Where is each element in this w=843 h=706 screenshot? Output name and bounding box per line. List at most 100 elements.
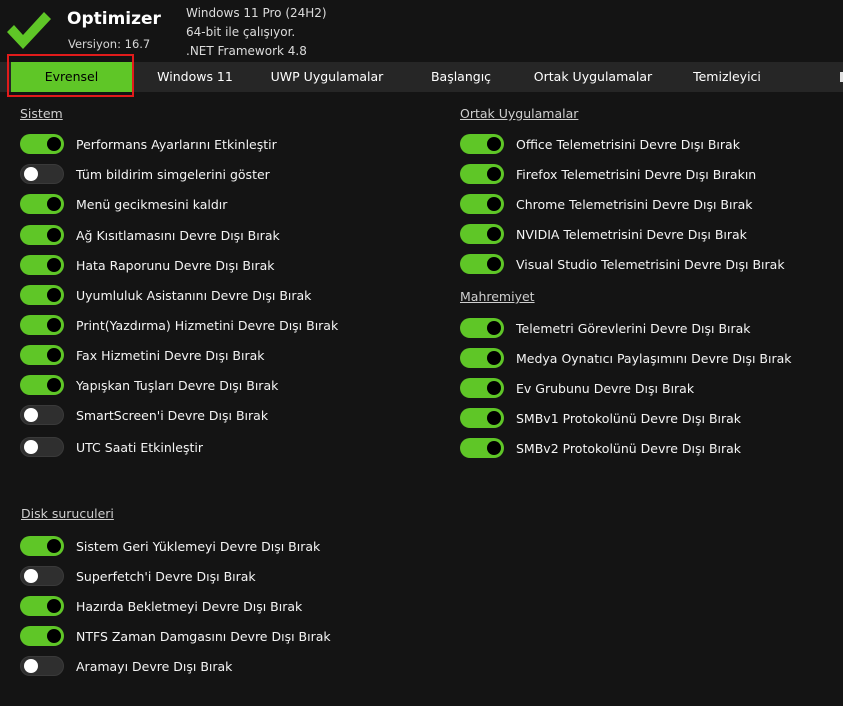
tab-baslangic[interactable]: Başlangıç [406, 62, 516, 92]
toggle-knob [487, 197, 501, 211]
system-info: Windows 11 Pro (24H2) 64-bit ile çalışıy… [186, 4, 327, 61]
toggle-switch[interactable] [20, 626, 64, 646]
toggle-knob [47, 288, 61, 302]
option-label: Performans Ayarlarını Etkinleştir [76, 136, 277, 152]
option-row[interactable]: Chrome Telemetrisini Devre Dışı Bırak [460, 193, 753, 215]
option-label: SMBv2 Protokolünü Devre Dışı Bırak [516, 440, 742, 456]
toggle-knob [487, 381, 501, 395]
option-row[interactable]: Uyumluluk Asistanını Devre Dışı Bırak [20, 284, 311, 306]
option-label: Menü gecikmesini kaldır [76, 196, 228, 212]
option-row[interactable]: Hata Raporunu Devre Dışı Bırak [20, 254, 275, 276]
option-row[interactable]: Tüm bildirim simgelerini göster [20, 163, 270, 185]
option-label: Aramayı Devre Dışı Bırak [76, 658, 233, 674]
option-label: Tüm bildirim simgelerini göster [76, 166, 270, 182]
toggle-knob [24, 659, 38, 673]
toggle-switch[interactable] [20, 656, 64, 676]
option-row[interactable]: Yapışkan Tuşları Devre Dışı Bırak [20, 374, 278, 396]
option-label: Telemetri Görevlerini Devre Dışı Bırak [516, 320, 751, 336]
toggle-switch[interactable] [460, 408, 504, 428]
option-row[interactable]: Office Telemetrisini Devre Dışı Bırak [460, 133, 740, 155]
toggle-switch[interactable] [20, 596, 64, 616]
option-label: SMBv1 Protokolünü Devre Dışı Bırak [516, 410, 742, 426]
toggle-switch[interactable] [20, 536, 64, 556]
option-row[interactable]: UTC Saati Etkinleştir [20, 436, 203, 458]
option-label: Medya Oynatıcı Paylaşımını Devre Dışı Bı… [516, 350, 792, 366]
option-label: Visual Studio Telemetrisini Devre Dışı B… [516, 256, 785, 272]
toggle-knob [47, 258, 61, 272]
app-header: Optimizer Versiyon: 16.7 Windows 11 Pro … [0, 0, 843, 62]
option-row[interactable]: Superfetch'i Devre Dışı Bırak [20, 565, 256, 587]
toggle-switch[interactable] [20, 134, 64, 154]
toggle-knob [47, 228, 61, 242]
option-label: Yapışkan Tuşları Devre Dışı Bırak [76, 377, 279, 393]
option-row[interactable]: NVIDIA Telemetrisini Devre Dışı Bırak [460, 223, 747, 245]
toggle-switch[interactable] [460, 224, 504, 244]
toggle-knob [47, 629, 61, 643]
toggle-switch[interactable] [460, 378, 504, 398]
app-version: Versiyon: 16.7 [68, 37, 151, 51]
toggle-switch[interactable] [20, 285, 64, 305]
option-row[interactable]: Aramayı Devre Dışı Bırak [20, 655, 232, 677]
toggle-switch[interactable] [460, 318, 504, 338]
toggle-knob [487, 227, 501, 241]
option-row[interactable]: SMBv1 Protokolünü Devre Dışı Bırak [460, 407, 741, 429]
tab-ortak-uygulamalar[interactable]: Ortak Uygulamalar [518, 62, 668, 92]
option-row[interactable]: Ağ Kısıtlamasını Devre Dışı Bırak [20, 224, 280, 246]
toggle-switch[interactable] [20, 437, 64, 457]
option-row[interactable]: Print(Yazdırma) Hizmetini Devre Dışı Bır… [20, 314, 338, 336]
option-row[interactable]: Ev Grubunu Devre Dışı Bırak [460, 377, 694, 399]
toggle-switch[interactable] [20, 225, 64, 245]
option-row[interactable]: Firefox Telemetrisini Devre Dışı Bırakın [460, 163, 756, 185]
tab-temizleyici[interactable]: Temizleyici [672, 62, 782, 92]
toggle-switch[interactable] [20, 315, 64, 335]
toggle-switch[interactable] [460, 254, 504, 274]
tab-uwp-uygulamalar[interactable]: UWP Uygulamalar [252, 62, 402, 92]
option-label: Uyumluluk Asistanını Devre Dışı Bırak [76, 287, 312, 303]
toggle-knob [24, 440, 38, 454]
toggle-knob [24, 408, 38, 422]
option-row[interactable]: SMBv2 Protokolünü Devre Dışı Bırak [460, 437, 741, 459]
toggle-switch[interactable] [20, 566, 64, 586]
toggle-switch[interactable] [460, 134, 504, 154]
option-row[interactable]: Sistem Geri Yüklemeyi Devre Dışı Bırak [20, 535, 320, 557]
toggle-switch[interactable] [20, 345, 64, 365]
toggle-knob [24, 167, 38, 181]
toggle-switch[interactable] [20, 164, 64, 184]
toggle-switch[interactable] [20, 255, 64, 275]
toggle-switch[interactable] [460, 438, 504, 458]
toggle-knob [47, 539, 61, 553]
toggle-knob [487, 257, 501, 271]
option-row[interactable]: Hazırda Bekletmeyi Devre Dışı Bırak [20, 595, 302, 617]
toggle-knob [487, 321, 501, 335]
toggle-switch[interactable] [460, 194, 504, 214]
option-label: Sistem Geri Yüklemeyi Devre Dışı Bırak [76, 538, 321, 554]
option-label: Ev Grubunu Devre Dışı Bırak [516, 380, 695, 396]
option-label: Hazırda Bekletmeyi Devre Dışı Bırak [76, 598, 303, 614]
section-title-mahremiyet: Mahremiyet [460, 289, 535, 304]
option-row[interactable]: Fax Hizmetini Devre Dışı Bırak [20, 344, 265, 366]
option-row[interactable]: Medya Oynatıcı Paylaşımını Devre Dışı Bı… [460, 347, 792, 369]
option-row[interactable]: Performans Ayarlarını Etkinleştir [20, 133, 277, 155]
option-label: NTFS Zaman Damgasını Devre Dışı Bırak [76, 628, 331, 644]
section-title-sistem: Sistem [20, 106, 63, 121]
option-row[interactable]: NTFS Zaman Damgasını Devre Dışı Bırak [20, 625, 331, 647]
option-row[interactable]: Telemetri Görevlerini Devre Dışı Bırak [460, 317, 751, 339]
option-label: Firefox Telemetrisini Devre Dışı Bırakın [516, 166, 757, 182]
option-row[interactable]: Visual Studio Telemetrisini Devre Dışı B… [460, 253, 785, 275]
option-label: Office Telemetrisini Devre Dışı Bırak [516, 136, 740, 152]
option-row[interactable]: SmartScreen'i Devre Dışı Bırak [20, 404, 268, 426]
framework-info: .NET Framework 4.8 [186, 44, 307, 58]
toggle-switch[interactable] [460, 164, 504, 184]
toggle-knob [487, 441, 501, 455]
option-label: UTC Saati Etkinleştir [76, 439, 203, 455]
tab-windows-11[interactable]: Windows 11 [140, 62, 250, 92]
section-title-ortak: Ortak Uygulamalar [460, 106, 579, 121]
toggle-switch[interactable] [20, 405, 64, 425]
toggle-switch[interactable] [20, 375, 64, 395]
option-label: Hata Raporunu Devre Dışı Bırak [76, 257, 275, 273]
option-row[interactable]: Menü gecikmesini kaldır [20, 193, 227, 215]
tab-evrensel[interactable]: Evrensel [11, 62, 132, 92]
toggle-switch[interactable] [20, 194, 64, 214]
toggle-knob [47, 378, 61, 392]
toggle-switch[interactable] [460, 348, 504, 368]
